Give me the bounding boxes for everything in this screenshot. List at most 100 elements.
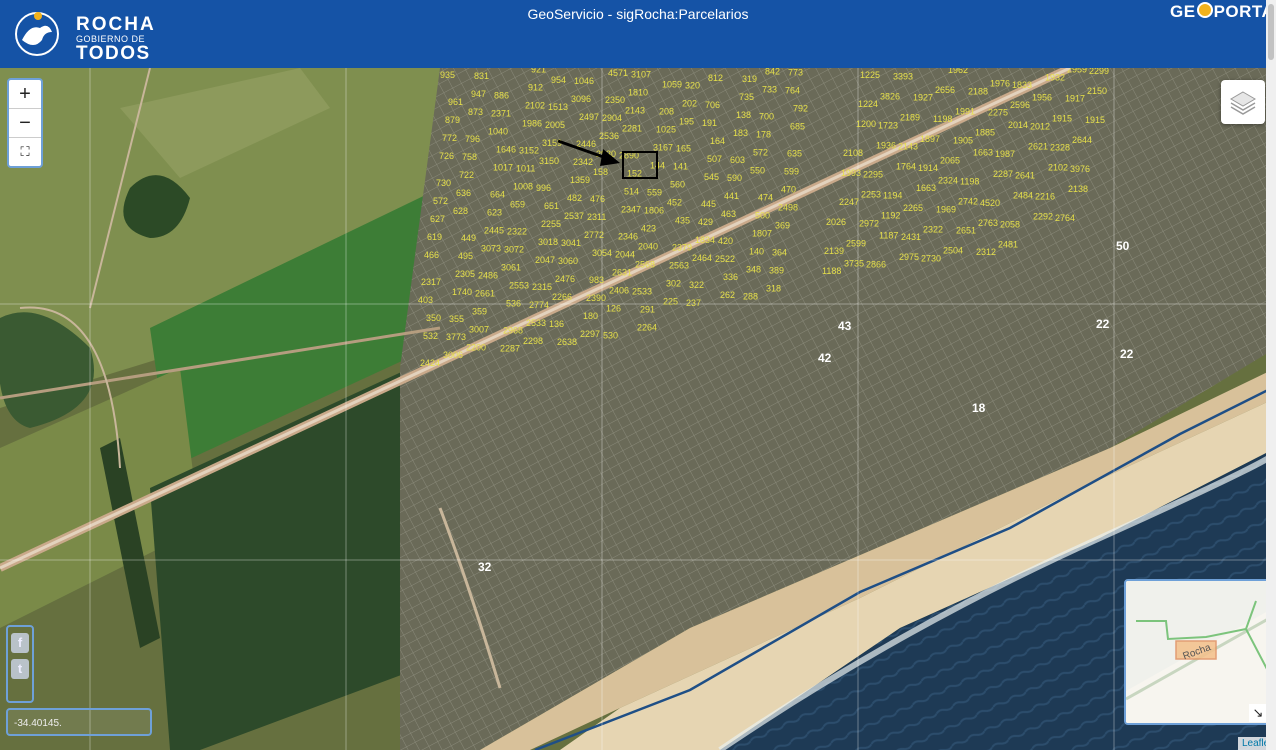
parcel-label: 2638	[557, 337, 577, 347]
parcel-label: 1914	[918, 163, 938, 173]
parcel-label: 3054	[592, 248, 612, 258]
geoportal-logo[interactable]: GEPORTAL	[1170, 2, 1276, 22]
parcel-label: 3150	[539, 156, 559, 166]
satellite-imagery: 935 831 921 961 947 886 912 954 1046 4571 3107 879 8…	[0, 68, 1276, 750]
parcel-label: 764	[785, 86, 800, 96]
parcel-label: 1225	[860, 70, 880, 80]
parcel-label: 2445	[484, 225, 504, 235]
parcel-label: 319	[742, 74, 757, 84]
parcel-label: 1059	[662, 80, 682, 90]
parcel-label: 1976	[990, 79, 1010, 89]
parcel-label: 2504	[943, 246, 963, 256]
coordinates-display: -34.40145.	[6, 708, 152, 736]
parcel-label: 1897	[920, 134, 940, 144]
parcel-label: 530	[603, 330, 618, 340]
parcel-label: 2730	[921, 253, 941, 263]
facebook-icon[interactable]: f	[11, 633, 29, 653]
parcel-label: 126	[606, 303, 621, 313]
parcel-label: 2311	[587, 212, 606, 222]
parcel-label: 1646	[496, 144, 516, 154]
parcel-label: 2644	[1072, 135, 1092, 145]
parcel-label: 1956	[1032, 92, 1052, 102]
parcel-label: 599	[784, 167, 799, 177]
parcel-label: 2312	[976, 247, 996, 257]
block-number: 43	[838, 319, 852, 333]
parcel-label: 2484	[1013, 190, 1033, 200]
parcel-label: 572	[753, 147, 768, 157]
parcel-label: 773	[788, 68, 803, 78]
parcel-label: 1011	[516, 164, 535, 174]
geoportal-o-icon	[1196, 2, 1213, 18]
parcel-label: 947	[471, 89, 486, 99]
parcel-label: 1807	[752, 228, 772, 238]
block-number: 22	[1120, 347, 1134, 361]
parcel-label: 3006	[443, 350, 463, 360]
parcel-label: 350	[426, 313, 441, 323]
parcel-label: 514	[624, 186, 639, 196]
parcel-label: 635	[787, 149, 802, 159]
parcel-label: 532	[423, 331, 438, 341]
parcel-label: 445	[701, 199, 716, 209]
parcel-label: 590	[727, 173, 742, 183]
twitter-icon[interactable]: t	[11, 659, 29, 679]
parcel-label: 2040	[638, 242, 658, 252]
parcel-label: 2772	[584, 230, 604, 240]
parcel-label: 1187	[879, 231, 898, 241]
parcel-label: 706	[705, 100, 720, 110]
parcel-label: 141	[673, 162, 688, 172]
parcel-label: 1198	[960, 177, 979, 187]
parcel-label: 463	[721, 209, 736, 219]
parcel-label: 2763	[978, 218, 998, 228]
parcel-label: 2346	[618, 231, 638, 241]
parcel-label: 369	[775, 221, 790, 231]
parcel-label: 1810	[628, 87, 648, 97]
parcel-label: 452	[667, 198, 682, 208]
parcel-label: 3152	[519, 146, 539, 156]
parcel-label: 560	[670, 180, 685, 190]
parcel-label: 2108	[843, 148, 863, 158]
minimap-toggle-button[interactable]: ↘	[1249, 704, 1267, 722]
parcel-label: 302	[666, 279, 681, 289]
fullscreen-button[interactable]: ⛶	[9, 138, 41, 166]
social-share-panel: f t	[6, 625, 34, 703]
zoom-in-button[interactable]: +	[9, 80, 41, 109]
parcel-label: 572	[433, 196, 448, 206]
block-number: 32	[478, 560, 492, 574]
parcel-label: 1834	[695, 235, 715, 245]
parcel-label: 3007	[469, 324, 489, 334]
parcel-label: 1806	[644, 206, 664, 216]
parcel-label: 685	[790, 122, 805, 132]
page-scrollbar[interactable]	[1266, 0, 1276, 750]
parcel-label: 2143	[898, 142, 918, 152]
parcel-label: 208	[659, 107, 674, 117]
parcel-label: 164	[710, 136, 725, 146]
parcel-label: 2406	[609, 285, 629, 295]
parcel-label: 1833	[1012, 80, 1032, 90]
parcel-label: 2347	[621, 204, 641, 214]
layers-icon	[1230, 91, 1256, 115]
parcel-label: 627	[430, 214, 445, 224]
parcel-label: 812	[708, 73, 723, 83]
parcel-label: 318	[766, 284, 781, 294]
parcel-label: 423	[641, 224, 656, 234]
parcel-label: 3018	[538, 237, 558, 247]
parcel-label: 2297	[580, 329, 600, 339]
parcel-label: 623	[487, 207, 502, 217]
parcel-label: 355	[449, 314, 464, 324]
parcel-label: 158	[593, 167, 608, 177]
minimap[interactable]: Rocha ↘	[1124, 579, 1270, 725]
parcel-label: 559	[647, 188, 662, 198]
parcel-label: 138	[736, 110, 751, 120]
zoom-out-button[interactable]: −	[9, 109, 41, 138]
parcel-label: 3096	[571, 94, 591, 104]
layers-button[interactable]	[1221, 80, 1265, 124]
parcel-label: 659	[510, 200, 525, 210]
parcel-label: 1198	[933, 114, 952, 124]
parcel-label: 2631	[612, 267, 632, 277]
map-canvas[interactable]: 935 831 921 961 947 886 912 954 1046 4571 3107 879 8…	[0, 68, 1276, 750]
parcel-label: 2774	[529, 300, 549, 310]
parcel-label: 2522	[715, 254, 735, 264]
parcel-label: 2553	[509, 281, 529, 291]
minimap-canvas: Rocha	[1126, 581, 1268, 723]
scrollbar-thumb[interactable]	[1268, 4, 1274, 60]
